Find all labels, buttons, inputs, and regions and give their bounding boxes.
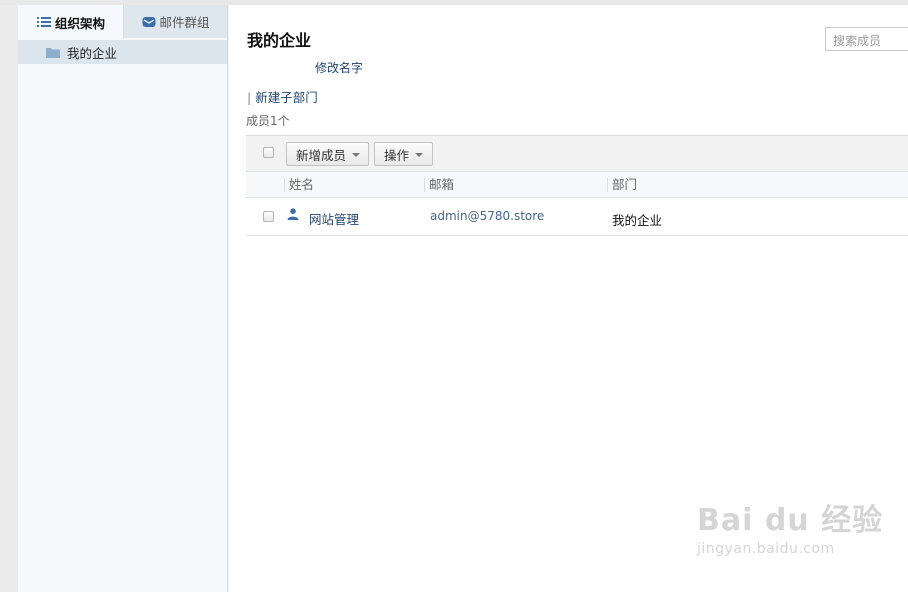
member-email: admin@5780.store — [430, 209, 545, 223]
column-email[interactable]: 邮箱 — [424, 178, 454, 192]
page-title: 我的企业 — [247, 31, 312, 50]
new-subdept-link[interactable]: | 新建子部门 — [247, 87, 318, 106]
sidebar: 组织架构 邮件群组 我的企业 — [18, 5, 228, 592]
tab-org-structure-label: 组织架构 — [55, 15, 106, 31]
mail-group-icon — [142, 16, 156, 28]
member-name-link[interactable]: 网站管理 — [309, 209, 359, 228]
new-subdept-label: 新建子部门 — [255, 90, 318, 105]
member-department: 我的企业 — [612, 213, 663, 228]
tab-mail-groups[interactable]: 邮件群组 — [123, 5, 227, 38]
tree-item-my-company[interactable]: 我的企业 — [18, 40, 227, 64]
actions-button[interactable]: 操作 — [374, 142, 433, 166]
folder-icon — [46, 47, 60, 58]
left-edge — [0, 5, 18, 592]
add-member-button[interactable]: 新增成员 — [286, 142, 369, 166]
member-count: 成员1个 — [246, 114, 290, 128]
tree-item-label: 我的企业 — [67, 45, 118, 61]
list-icon — [37, 16, 51, 28]
table-row[interactable]: 网站管理 admin@5780.store 我的企业 — [246, 198, 908, 236]
tab-org-structure[interactable]: 组织架构 — [18, 5, 124, 39]
watermark-url: jingyan.baidu.com — [697, 541, 835, 557]
divider: | — [247, 90, 252, 105]
watermark: Bai du 经验 jingyan.baidu.com — [697, 495, 883, 557]
select-all-checkbox[interactable] — [263, 147, 274, 158]
actions-label: 操作 — [384, 147, 410, 163]
rename-link[interactable]: 修改名字 — [315, 59, 363, 76]
chevron-down-icon — [352, 153, 361, 157]
watermark-logo: Bai du 经验 — [697, 503, 884, 538]
row-checkbox[interactable] — [263, 211, 274, 222]
column-department[interactable]: 部门 — [607, 178, 637, 192]
chevron-down-icon — [415, 153, 424, 157]
column-name[interactable]: 姓名 — [284, 178, 314, 192]
user-icon — [287, 208, 299, 223]
table-header: 姓名 邮箱 部门 — [246, 172, 908, 198]
tab-mail-groups-label: 邮件群组 — [159, 15, 210, 30]
sidebar-tabs: 组织架构 邮件群组 — [18, 5, 227, 39]
add-member-label: 新增成员 — [296, 147, 347, 163]
member-toolbar: 新增成员 操作 — [246, 135, 908, 172]
search-input[interactable]: 搜索成员 — [825, 27, 908, 51]
